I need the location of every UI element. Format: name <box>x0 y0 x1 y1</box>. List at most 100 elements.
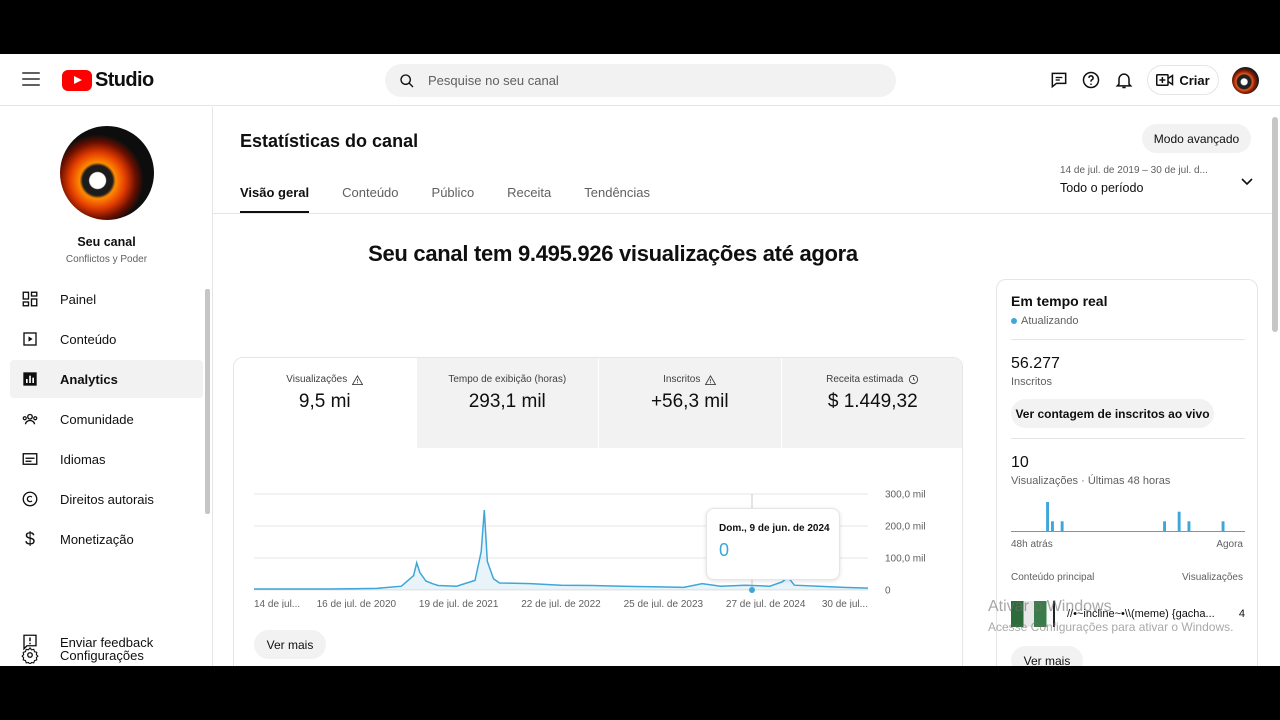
account-avatar[interactable] <box>1232 67 1259 94</box>
live-subscriber-count-button[interactable]: Ver contagem de inscritos ao vivo <box>1011 399 1214 428</box>
realtime-subscribers-label: Inscritos <box>1011 376 1052 388</box>
realtime-see-more-button[interactable]: Ver mais <box>1011 646 1083 666</box>
page-title: Estatísticas do canal <box>240 131 419 151</box>
sidebar-item-feedback[interactable]: Enviar feedback <box>10 623 203 661</box>
top-views-label: Visualizações <box>1182 572 1243 583</box>
top-content-row[interactable]: //•~incline~•\\(meme) {gacha... 4 <box>1011 600 1245 628</box>
sidebar-item-label: Conteúdo <box>60 331 117 347</box>
tab-audience[interactable]: Público <box>432 177 475 213</box>
sidebar-item-analytics[interactable]: Analytics <box>10 360 203 398</box>
sidebar-item-monetization[interactable]: $ Monetização <box>10 520 203 558</box>
sidebar-item-label: Direitos autorais <box>60 491 154 507</box>
create-video-icon <box>1156 74 1174 86</box>
tab-revenue[interactable]: Receita <box>507 177 551 213</box>
dollar-icon: $ <box>24 528 35 549</box>
live-dot-icon <box>1011 318 1017 324</box>
see-more-button[interactable]: Ver mais <box>254 630 326 659</box>
sidebar-item-dashboard[interactable]: Painel <box>10 280 203 318</box>
sidebar-item-label: Enviar feedback <box>60 634 154 650</box>
date-range-selector[interactable]: 14 de jul. de 2019 – 30 de jul. d... Tod… <box>1060 165 1255 201</box>
channel-subtitle: Conflictos y Poder <box>65 254 148 265</box>
y-tick-label: 200,0 mil <box>885 522 926 533</box>
sidebar-item-label: Comunidade <box>60 411 134 427</box>
tabs-divider <box>213 213 1273 214</box>
realtime-status: Atualizando <box>1011 315 1079 327</box>
metric-value: +56,3 mil <box>650 391 729 412</box>
realtime-bar-chart[interactable] <box>1011 492 1245 532</box>
realtime-views: 10 <box>1011 454 1029 471</box>
sidebar-scrollbar[interactable] <box>205 289 210 514</box>
channel-avatar[interactable] <box>60 126 154 220</box>
clock-icon <box>909 374 919 385</box>
metric-label: Inscritos <box>663 374 701 385</box>
x-tick-label: 22 de jul. de 2022 <box>521 599 601 608</box>
video-thumbnail <box>1011 601 1055 627</box>
chart-tooltip: Dom., 9 de jun. de 2024 0 <box>706 508 840 580</box>
metric-views[interactable]: Visualizações 9,5 mi <box>234 358 417 448</box>
axis-start-label: 48h atrás <box>1011 539 1053 550</box>
main-scrollbar[interactable] <box>1272 117 1278 332</box>
realtime-bar <box>1060 521 1064 531</box>
create-button[interactable]: Criar <box>1147 65 1219 95</box>
community-icon <box>20 409 40 429</box>
sidebar-item-community[interactable]: Comunidade <box>10 400 203 438</box>
realtime-status-label: Atualizando <box>1021 315 1079 327</box>
tab-trends[interactable]: Tendências <box>584 177 650 213</box>
views-line-chart[interactable]: 300,0 mil 200,0 mil 100,0 mil 0 14 de jul...… <box>234 478 963 608</box>
logo-text: Studio <box>95 68 154 91</box>
tooltip-date: Dom., 9 de jun. de 2024 <box>719 523 830 534</box>
video-views: 4 <box>1238 608 1245 620</box>
metric-subscribers[interactable]: Inscritos +56,3 mil <box>599 358 782 448</box>
search-icon <box>400 73 414 87</box>
subtitles-icon <box>20 449 40 469</box>
metric-label: Visualizações <box>286 374 348 385</box>
tab-overview[interactable]: Visão geral <box>240 177 310 213</box>
top-content-label: Conteúdo principal <box>1011 572 1095 583</box>
sidebar-item-languages[interactable]: Idiomas <box>10 440 203 478</box>
metric-value: 293,1 mil <box>468 391 546 412</box>
x-tick-label: 14 de jul... <box>254 599 300 608</box>
tooltip-value: 0 <box>719 540 730 560</box>
realtime-subscribers: 56.277 <box>1011 355 1060 372</box>
realtime-bar <box>1187 521 1191 531</box>
x-tick-label: 19 de jul. de 2021 <box>419 599 499 608</box>
sidebar-item-label: Idiomas <box>60 451 106 467</box>
sidebar-item-label: Painel <box>60 291 97 307</box>
sidebar-item-copyright[interactable]: Direitos autorais <box>10 480 203 518</box>
hover-point <box>749 587 755 593</box>
notifications-icon[interactable] <box>1114 70 1134 90</box>
sidebar-item-label: Analytics <box>60 371 118 387</box>
youtube-play-icon <box>62 69 92 91</box>
realtime-bar <box>1046 502 1049 531</box>
advanced-mode-button[interactable]: Modo avançado <box>1142 124 1251 153</box>
feedback-icon <box>20 632 40 652</box>
sidebar-item-content[interactable]: Conteúdo <box>10 320 203 358</box>
realtime-views-label: Visualizações · Últimas 48 horas <box>1011 475 1171 487</box>
warning-icon <box>705 374 717 385</box>
metric-watch-time[interactable]: Tempo de exibição (horas) 293,1 mil <box>416 358 599 448</box>
youtube-studio-window: Studio Criar Seu canal Conflictos y Pode… <box>0 54 1280 666</box>
chevron-down-icon <box>1241 178 1253 186</box>
comment-icon[interactable] <box>1049 70 1069 90</box>
analytics-icon <box>20 369 40 389</box>
main-content: Estatísticas do canal Modo avançado Visã… <box>213 107 1280 666</box>
help-icon[interactable] <box>1081 70 1101 90</box>
warning-icon <box>352 374 364 385</box>
metric-label: Tempo de exibição (horas) <box>448 374 567 385</box>
date-range-label: Todo o período <box>1060 181 1144 195</box>
divider <box>1011 438 1245 439</box>
search-bar[interactable] <box>385 64 896 97</box>
menu-icon[interactable] <box>22 72 40 86</box>
realtime-bar <box>1177 511 1181 531</box>
top-header: Studio Criar <box>0 54 1280 106</box>
tab-content[interactable]: Conteúdo <box>342 177 398 213</box>
axis-end-label: Agora <box>1216 539 1243 550</box>
y-tick-label: 0 <box>885 586 891 597</box>
overview-card: Visualizações 9,5 mi Tempo de exibição (… <box>233 357 963 666</box>
metric-revenue[interactable]: Receita estimada $ 1.449,32 <box>781 358 962 448</box>
x-tick-label: 30 de jul... <box>822 599 868 608</box>
channel-views-headline: Seu canal tem 9.495.926 visualizações at… <box>368 241 858 266</box>
studio-logo[interactable]: Studio <box>62 68 154 92</box>
search-input[interactable] <box>428 73 848 88</box>
sidebar-item-label: Monetização <box>60 531 134 547</box>
